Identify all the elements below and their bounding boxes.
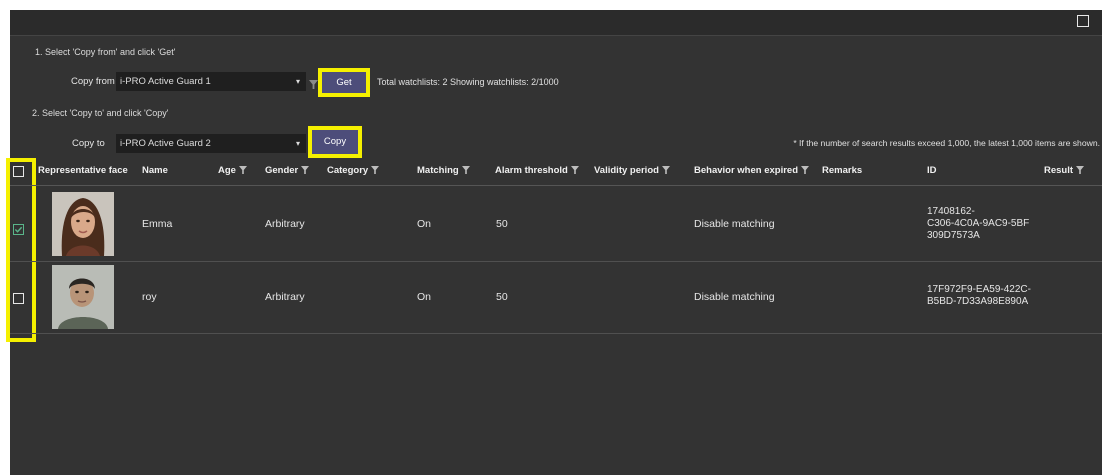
cell-gender: Arbitrary [265, 218, 305, 230]
copy-from-value: i-PRO Active Guard 1 [120, 76, 211, 87]
cell-alarm-threshold: 50 [496, 291, 508, 303]
result-limit-note: * If the number of search results exceed… [793, 138, 1100, 148]
col-id: ID [927, 165, 937, 176]
filter-icon [301, 166, 310, 175]
copy-from-select[interactable]: i-PRO Active Guard 1 ▾ [116, 72, 306, 91]
filter-icon [371, 166, 380, 175]
copy-to-select[interactable]: i-PRO Active Guard 2 ▾ [116, 134, 306, 153]
col-validity-period[interactable]: Validity period [594, 157, 670, 185]
cell-matching: On [417, 218, 432, 230]
copy-to-value: i-PRO Active Guard 2 [120, 138, 211, 149]
filter-icon [1076, 166, 1085, 175]
watchlist-count: Total watchlists: 2 Showing watchlists: … [377, 77, 559, 87]
select-all-checkbox[interactable] [13, 166, 24, 177]
copy-to-label: Copy to [72, 138, 105, 149]
cell-gender: Arbitrary [265, 291, 305, 303]
table-header: Representative face Name Age Gender Cate… [10, 157, 1102, 186]
copy-from-label: Copy from [71, 76, 115, 87]
row-checkbox[interactable] [13, 293, 24, 304]
table-row[interactable]: Emma Arbitrary On 50 Disable matching 17… [10, 186, 1102, 262]
col-behavior-when-expired[interactable]: Behavior when expired [694, 157, 810, 185]
filter-icon [801, 166, 810, 175]
filter-icon [461, 166, 470, 175]
check-icon [14, 226, 23, 233]
chevron-down-icon: ▾ [295, 77, 300, 86]
filter-icon [570, 166, 579, 175]
cell-name: roy [142, 291, 157, 303]
cell-behavior: Disable matching [694, 291, 775, 303]
col-category[interactable]: Category [327, 157, 380, 185]
cell-id: 17F972F9-EA59-422C- B5BD-7D33A98E890A [927, 284, 1031, 307]
table-row[interactable]: roy Arbitrary On 50 Disable matching 17F… [10, 262, 1102, 334]
copy-button[interactable]: Copy [308, 126, 362, 158]
col-remarks: Remarks [822, 165, 863, 176]
col-name: Name [142, 165, 168, 176]
step-1-instruction: 1. Select 'Copy from' and click 'Get' [35, 47, 176, 57]
filter-icon [238, 166, 247, 175]
cell-id: 17408162- C306-4C0A-9AC9-5BF 309D7573A [927, 206, 1030, 241]
col-result[interactable]: Result [1044, 157, 1085, 185]
col-gender[interactable]: Gender [265, 157, 310, 185]
get-button[interactable]: Get [318, 68, 370, 97]
step-2-instruction: 2. Select 'Copy to' and click 'Copy' [32, 108, 169, 118]
row-checkbox[interactable] [13, 224, 24, 235]
maximize-icon[interactable] [1077, 15, 1089, 27]
cell-alarm-threshold: 50 [496, 218, 508, 230]
col-representative-face: Representative face [38, 165, 128, 176]
cell-name: Emma [142, 218, 173, 230]
title-bar [10, 10, 1102, 36]
col-matching[interactable]: Matching [417, 157, 470, 185]
col-age[interactable]: Age [218, 157, 247, 185]
chevron-down-icon: ▾ [295, 139, 300, 148]
filter-icon[interactable] [309, 76, 318, 94]
cell-behavior: Disable matching [694, 218, 775, 230]
col-alarm-threshold[interactable]: Alarm threshold [495, 157, 579, 185]
filter-icon [661, 166, 670, 175]
cell-matching: On [417, 291, 432, 303]
representative-face-image [52, 192, 114, 256]
representative-face-image [52, 265, 114, 329]
